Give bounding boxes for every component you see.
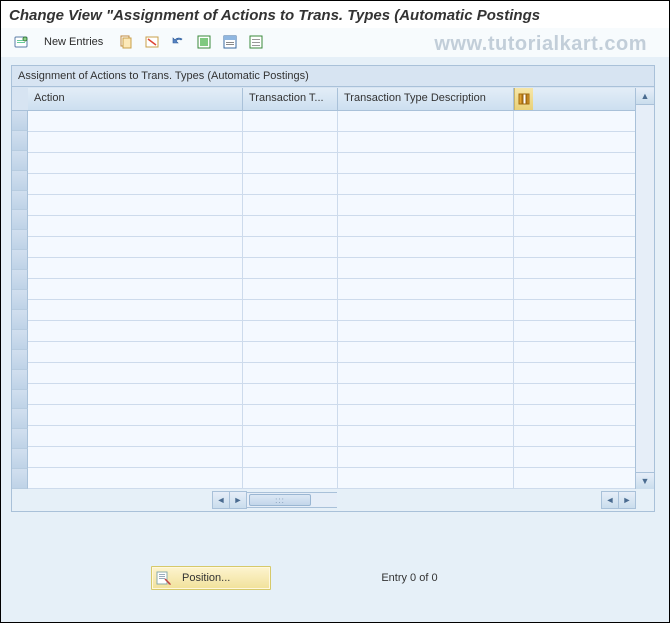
- other-view-icon[interactable]: [9, 30, 33, 54]
- row-selector[interactable]: [12, 429, 28, 449]
- position-button[interactable]: Position...: [151, 566, 271, 590]
- row-selector[interactable]: [12, 131, 28, 151]
- hscroll-thumb[interactable]: :::: [249, 494, 311, 506]
- scroll-track[interactable]: [636, 105, 654, 472]
- hscroll-track[interactable]: :::: [247, 492, 337, 508]
- row-selector[interactable]: [12, 350, 28, 370]
- footer-row: Position... Entry 0 of 0: [1, 564, 669, 592]
- select-all-icon[interactable]: [192, 30, 216, 54]
- row-selector[interactable]: [12, 469, 28, 489]
- scroll-left2-icon[interactable]: ◄: [601, 491, 619, 509]
- row-header-column: [12, 88, 28, 489]
- copy-as-icon[interactable]: [114, 30, 138, 54]
- col-transaction-desc[interactable]: Transaction Type Description: [338, 88, 514, 110]
- position-label: Position...: [182, 572, 230, 584]
- panel-title: Assignment of Actions to Trans. Types (A…: [12, 66, 654, 87]
- row-selector[interactable]: [12, 191, 28, 211]
- new-entries-button[interactable]: New Entries: [35, 30, 112, 54]
- sap-window: Change View "Assignment of Actions to Tr…: [0, 0, 670, 623]
- col-transaction-type[interactable]: Transaction T...: [243, 88, 338, 110]
- row-selector[interactable]: [12, 230, 28, 250]
- row-selector[interactable]: [12, 250, 28, 270]
- row-selector[interactable]: [12, 210, 28, 230]
- undo-icon[interactable]: [166, 30, 190, 54]
- row-selector[interactable]: [12, 390, 28, 410]
- row-selector[interactable]: [12, 270, 28, 290]
- row-selector[interactable]: [12, 111, 28, 131]
- col-action[interactable]: Action: [28, 88, 243, 110]
- grid-header: Action Transaction T... Transaction Type…: [28, 88, 635, 111]
- grid-main: Action Transaction T... Transaction Type…: [28, 88, 635, 489]
- row-selector[interactable]: [12, 290, 28, 310]
- new-entries-label: New Entries: [44, 36, 103, 48]
- horizontal-scrollbar: ◄ ► ::: ◄ ►: [12, 489, 654, 511]
- scroll-down-icon[interactable]: ▼: [636, 472, 654, 489]
- configure-columns-icon[interactable]: [514, 88, 533, 110]
- scroll-left-icon[interactable]: ◄: [212, 491, 230, 509]
- grid-body[interactable]: [28, 111, 635, 489]
- row-selector[interactable]: [12, 151, 28, 171]
- table-panel: Assignment of Actions to Trans. Types (A…: [11, 65, 655, 512]
- scroll-up-icon[interactable]: ▲: [636, 88, 654, 105]
- deselect-all-icon[interactable]: [244, 30, 268, 54]
- entry-counter: Entry 0 of 0: [381, 572, 437, 584]
- page-title: Change View "Assignment of Actions to Tr…: [1, 1, 669, 28]
- row-selector[interactable]: [12, 171, 28, 191]
- scroll-right-icon[interactable]: ►: [230, 491, 247, 509]
- scroll-right2-icon[interactable]: ►: [619, 491, 636, 509]
- work-area: Assignment of Actions to Trans. Types (A…: [1, 57, 669, 622]
- delete-icon[interactable]: [140, 30, 164, 54]
- grid: Action Transaction T... Transaction Type…: [12, 88, 654, 489]
- select-block-icon[interactable]: [218, 30, 242, 54]
- row-selector[interactable]: [12, 370, 28, 390]
- position-icon: [156, 570, 172, 586]
- row-selector[interactable]: [12, 409, 28, 429]
- row-selector[interactable]: [12, 330, 28, 350]
- row-selector[interactable]: [12, 449, 28, 469]
- vertical-scrollbar[interactable]: ▲ ▼: [635, 88, 654, 489]
- row-selector[interactable]: [12, 310, 28, 330]
